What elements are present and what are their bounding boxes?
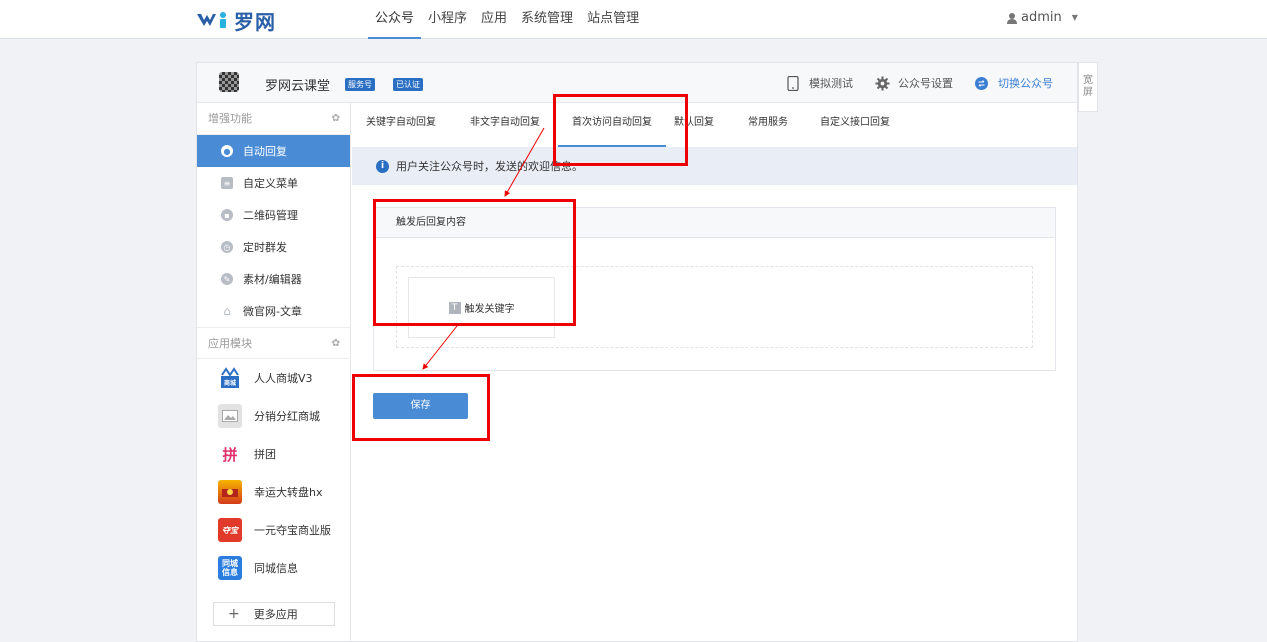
group-buy-icon: 拼: [218, 442, 242, 466]
lucky-wheel-icon: [218, 480, 242, 504]
badge-verified: 已认证: [393, 78, 423, 91]
app-label: 一元夺宝商业版: [254, 524, 331, 537]
tab-custom-api-reply[interactable]: 自定义接口回复: [816, 103, 894, 147]
wide-screen-toggle[interactable]: 宽屏: [1078, 62, 1098, 112]
logo[interactable]: 罗网: [196, 7, 276, 34]
section-apps-label: 应用模块: [208, 337, 252, 350]
nav-apps[interactable]: 应用: [474, 0, 514, 39]
badge-service: 服务号: [345, 78, 375, 91]
sidebar-item-label: 微官网-文章: [243, 305, 302, 318]
annotation-box-tab: [553, 94, 688, 166]
sidebar-item-scheduled[interactable]: ◷ 定时群发: [197, 231, 350, 263]
app-label: 同城信息: [254, 562, 298, 575]
chevron-down-icon: ▼: [1071, 13, 1078, 22]
account-qrcode-avatar: [219, 72, 239, 92]
home-icon: ⌂: [223, 304, 231, 318]
account-actions: 模拟测试 公众号设置 切换公众号: [787, 75, 1075, 91]
tab-common-services[interactable]: 常用服务: [744, 103, 792, 147]
gear-icon[interactable]: ✿: [332, 328, 340, 360]
nav-gongzhonghao[interactable]: 公众号: [368, 0, 422, 39]
user-icon: [1007, 12, 1017, 24]
local-info-icon: 同城信息: [218, 556, 242, 580]
sidebar-item-auto-reply[interactable]: ● 自动回复: [197, 135, 350, 167]
sidebar-item-qrcode[interactable]: ▪ 二维码管理: [197, 199, 350, 231]
sidebar-item-label: 自定义菜单: [243, 177, 298, 190]
app-label: 拼团: [254, 448, 276, 461]
info-icon: i: [376, 159, 389, 173]
nav-miniprogram[interactable]: 小程序: [421, 0, 474, 39]
section-enhanced-label: 增强功能: [208, 112, 252, 125]
annotation-box-keyword: [373, 199, 576, 326]
tab-non-text-reply[interactable]: 非文字自动回复: [466, 103, 544, 147]
reply-tabs: 关键字自动回复 非文字自动回复 首次访问自动回复 默认回复 常用服务 自定义接口…: [352, 103, 1077, 147]
logo-mark-icon: [197, 12, 226, 28]
treasure-app-icon: 夺宝: [218, 518, 242, 542]
app-item-renren-mall[interactable]: 商城 人人商城V3: [197, 359, 350, 397]
image-placeholder-icon: [218, 404, 242, 428]
sidebar: 增强功能 ✿ ● 自动回复 ≡ 自定义菜单 ▪ 二维码管理 ◷ 定时群发 ✎ 素…: [197, 103, 351, 641]
sidebar-item-label: 自动回复: [243, 145, 287, 158]
pencil-icon: ✎: [221, 273, 233, 285]
gear-icon: [875, 75, 890, 91]
top-nav: 公众号 小程序 应用 系统管理 站点管理: [368, 0, 646, 39]
section-enhanced: 增强功能 ✿: [197, 103, 350, 135]
phone-icon: [787, 75, 799, 91]
annotation-box-save: [352, 374, 490, 441]
user-menu[interactable]: admin ▼: [1006, 10, 1078, 25]
sidebar-item-label: 定时群发: [243, 241, 287, 254]
more-apps-button[interactable]: + 更多应用: [213, 602, 335, 626]
app-label: 人人商城V3: [254, 372, 313, 385]
app-label: 分销分红商城: [254, 410, 320, 423]
sidebar-item-microsite[interactable]: ⌂ 微官网-文章: [197, 295, 350, 327]
user-name: admin: [1021, 10, 1062, 25]
qrcode-icon: ▪: [221, 209, 233, 221]
app-item-one-yuan[interactable]: 夺宝 一元夺宝商业版: [197, 511, 350, 549]
nav-site[interactable]: 站点管理: [580, 0, 646, 39]
mall-app-icon: 商城: [218, 366, 242, 390]
tab-keyword-reply[interactable]: 关键字自动回复: [362, 103, 440, 147]
svg-text:商城: 商城: [224, 379, 236, 387]
clock-icon: ◷: [221, 241, 233, 253]
info-bar: i 用户关注公众号时，发送的欢迎信息。: [352, 147, 1077, 185]
chat-icon: ●: [221, 145, 233, 157]
gear-icon[interactable]: ✿: [332, 103, 340, 135]
app-label: 幸运大转盘hx: [254, 486, 323, 499]
sidebar-item-materials[interactable]: ✎ 素材/编辑器: [197, 263, 350, 295]
app-item-local-info[interactable]: 同城信息 同城信息: [197, 549, 350, 587]
app-item-lucky-wheel[interactable]: 幸运大转盘hx: [197, 473, 350, 511]
sidebar-item-custom-menu[interactable]: ≡ 自定义菜单: [197, 167, 350, 199]
logo-text: 罗网: [234, 9, 276, 34]
simulate-test-button[interactable]: 模拟测试: [787, 75, 853, 91]
account-name: 罗网云课堂: [265, 79, 331, 94]
app-item-distribution-mall[interactable]: 分销分红商城: [197, 397, 350, 435]
switch-account-button[interactable]: 切换公众号: [975, 75, 1053, 91]
account-settings-button[interactable]: 公众号设置: [875, 75, 953, 91]
content-area: 关键字自动回复 非文字自动回复 首次访问自动回复 默认回复 常用服务 自定义接口…: [352, 103, 1077, 641]
app-item-group-buy[interactable]: 拼 拼团: [197, 435, 350, 473]
sidebar-item-label: 素材/编辑器: [243, 273, 302, 286]
section-apps: 应用模块 ✿: [197, 327, 350, 359]
more-apps-label: 更多应用: [253, 608, 298, 621]
top-bar: 罗网 公众号 小程序 应用 系统管理 站点管理 admin ▼: [0, 0, 1267, 39]
switch-icon: [975, 76, 988, 90]
sidebar-item-label: 二维码管理: [243, 209, 298, 222]
switch-account-label: 切换公众号: [998, 77, 1053, 90]
nav-system[interactable]: 系统管理: [514, 0, 580, 39]
simulate-test-label: 模拟测试: [809, 77, 853, 90]
plus-icon: +: [228, 606, 240, 622]
menu-edit-icon: ≡: [221, 177, 233, 189]
account-settings-label: 公众号设置: [898, 77, 953, 90]
